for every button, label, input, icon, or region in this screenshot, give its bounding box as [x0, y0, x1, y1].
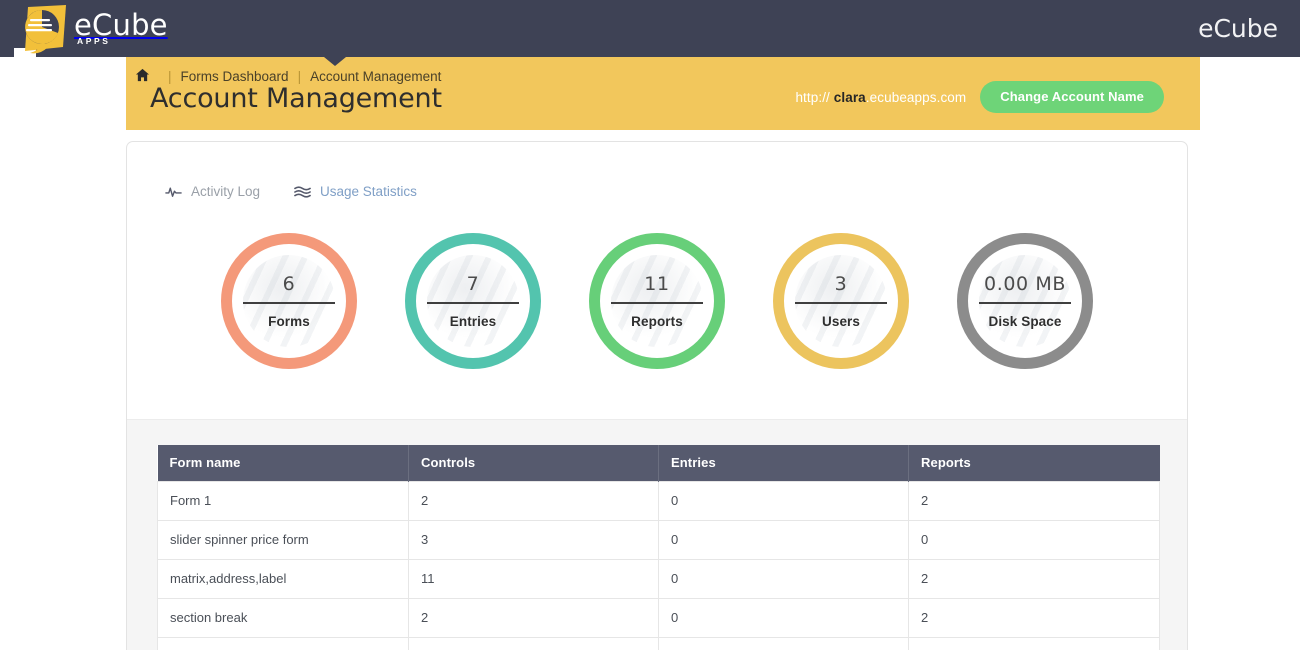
- stat-label-forms: Forms: [268, 304, 310, 329]
- cell-entries: 0: [659, 560, 909, 599]
- stat-value-forms: 6: [283, 273, 296, 302]
- app-root: eCube APPS eCube | Forms Dashboard | Acc…: [0, 0, 1300, 650]
- column-header-controls[interactable]: Controls: [409, 445, 659, 482]
- breadcrumb: | Forms Dashboard | Account Management: [135, 68, 441, 84]
- table-row[interactable]: slider spinner price form 3 0 0: [158, 521, 1160, 560]
- account-url: http:// clara.ecubeapps.com: [795, 90, 966, 105]
- stat-value-disk-space: 0.00 MB: [984, 273, 1066, 302]
- cell-form-name: Form 1: [158, 482, 409, 521]
- table-row[interactable]: section break 2 0 2: [158, 599, 1160, 638]
- cell-controls: 11: [409, 560, 659, 599]
- account-url-domain: .ecubeapps.com: [866, 90, 966, 105]
- account-url-name: clara: [834, 90, 866, 105]
- column-header-form-name[interactable]: Form name: [158, 445, 409, 482]
- account-url-protocol: http://: [795, 90, 833, 105]
- table-row[interactable]: timer 2 3 2: [158, 638, 1160, 650]
- column-header-reports[interactable]: Reports: [909, 445, 1160, 482]
- cell-form-name: section break: [158, 599, 409, 638]
- stat-circle-users[interactable]: 3 Users: [773, 233, 909, 369]
- column-header-entries[interactable]: Entries: [659, 445, 909, 482]
- cell-entries: 0: [659, 482, 909, 521]
- card-tabs: Activity Log Usage Statistics: [127, 142, 1187, 199]
- table-body: Form 1 2 0 2 slider spinner price form 3…: [158, 482, 1160, 650]
- cell-entries: 0: [659, 599, 909, 638]
- stats-circle-row: 6 Forms 7 Entries 11 Reports: [127, 213, 1187, 369]
- cell-reports: 2: [909, 638, 1160, 650]
- cell-controls: 2: [409, 482, 659, 521]
- stat-value-reports: 11: [644, 273, 669, 302]
- tab-activity-log-label: Activity Log: [191, 184, 260, 199]
- cell-controls: 2: [409, 638, 659, 650]
- top-navbar: eCube APPS eCube: [0, 0, 1300, 57]
- pulse-icon: [165, 185, 182, 199]
- stat-value-users: 3: [835, 273, 848, 302]
- cell-form-name: slider spinner price form: [158, 521, 409, 560]
- forms-table-section: Form name Controls Entries Reports Form …: [127, 419, 1188, 650]
- home-icon[interactable]: [135, 68, 150, 84]
- waves-icon: [294, 185, 311, 199]
- forms-table: Form name Controls Entries Reports Form …: [157, 445, 1160, 650]
- cell-reports: 2: [909, 482, 1160, 521]
- page-title: Account Management: [150, 83, 442, 114]
- stat-label-users: Users: [822, 304, 860, 329]
- navbar-right-title: eCube: [1198, 0, 1278, 57]
- breadcrumb-item-account-management[interactable]: Account Management: [310, 69, 441, 84]
- page-banner: | Forms Dashboard | Account Management A…: [126, 57, 1200, 130]
- tab-usage-statistics-label: Usage Statistics: [320, 184, 417, 199]
- cell-form-name: matrix,address,label: [158, 560, 409, 599]
- cell-form-name: timer: [158, 638, 409, 650]
- tab-activity-log[interactable]: Activity Log: [165, 184, 260, 199]
- banner-caret-icon: [324, 57, 346, 66]
- cell-reports: 2: [909, 560, 1160, 599]
- cell-reports: 2: [909, 599, 1160, 638]
- change-account-name-button[interactable]: Change Account Name: [980, 81, 1164, 113]
- cell-reports: 0: [909, 521, 1160, 560]
- stat-label-disk-space: Disk Space: [988, 304, 1061, 329]
- stat-circle-disk-space[interactable]: 0.00 MB Disk Space: [957, 233, 1093, 369]
- stat-circle-reports[interactable]: 11 Reports: [589, 233, 725, 369]
- cell-controls: 2: [409, 599, 659, 638]
- stat-circle-forms[interactable]: 6 Forms: [221, 233, 357, 369]
- breadcrumb-separator-2: |: [298, 69, 302, 84]
- tab-usage-statistics[interactable]: Usage Statistics: [294, 184, 417, 199]
- table-row[interactable]: matrix,address,label 11 0 2: [158, 560, 1160, 599]
- banner-right-group: http:// clara.ecubeapps.com Change Accou…: [795, 81, 1164, 113]
- stat-label-entries: Entries: [450, 304, 496, 329]
- breadcrumb-item-forms-dashboard[interactable]: Forms Dashboard: [181, 69, 289, 84]
- cell-entries: 0: [659, 521, 909, 560]
- stat-value-entries: 7: [467, 273, 480, 302]
- main-card: Activity Log Usage Statistics 6 F: [126, 141, 1188, 650]
- brand-logo-link[interactable]: eCube APPS: [14, 0, 168, 57]
- brand-subtitle: APPS: [77, 36, 111, 46]
- stat-circle-entries[interactable]: 7 Entries: [405, 233, 541, 369]
- breadcrumb-separator-1: |: [168, 69, 172, 84]
- cell-entries: 3: [659, 638, 909, 650]
- cell-controls: 3: [409, 521, 659, 560]
- table-header-row: Form name Controls Entries Reports: [158, 445, 1160, 482]
- stat-label-reports: Reports: [631, 304, 683, 329]
- table-row[interactable]: Form 1 2 0 2: [158, 482, 1160, 521]
- ecube-logo-icon: [14, 3, 70, 55]
